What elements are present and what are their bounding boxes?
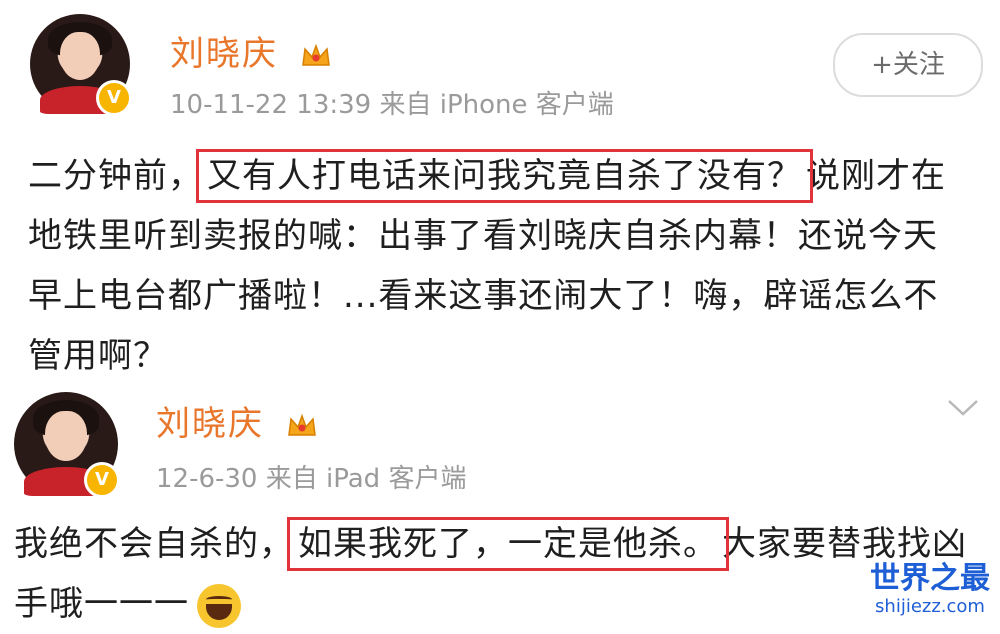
laughing-emoji-icon — [197, 583, 241, 628]
verified-badge-icon: V — [84, 462, 120, 498]
chevron-down-icon[interactable] — [946, 398, 980, 418]
watermark: 世界之最 shijiezz.com — [870, 562, 990, 618]
weibo-post-2: V 刘晓庆 12-6-30 来自 iPad 客户端 我绝不会自杀的， 如果我死了，… — [0, 0, 1000, 628]
highlighted-text: 如果我死了，一定是他杀。 — [287, 517, 729, 571]
post-meta: 12-6-30 来自 iPad 客户端 — [156, 464, 467, 494]
watermark-url: shijiezz.com — [875, 596, 985, 617]
post-text: 我绝不会自杀的， 如果我死了，一定是他杀。 大家要替我找凶手哦一一一 — [14, 514, 974, 634]
username[interactable]: 刘晓庆 — [156, 396, 317, 445]
watermark-title: 世界之最 — [870, 561, 990, 596]
crown-icon — [287, 413, 316, 436]
avatar[interactable]: V — [14, 392, 120, 498]
